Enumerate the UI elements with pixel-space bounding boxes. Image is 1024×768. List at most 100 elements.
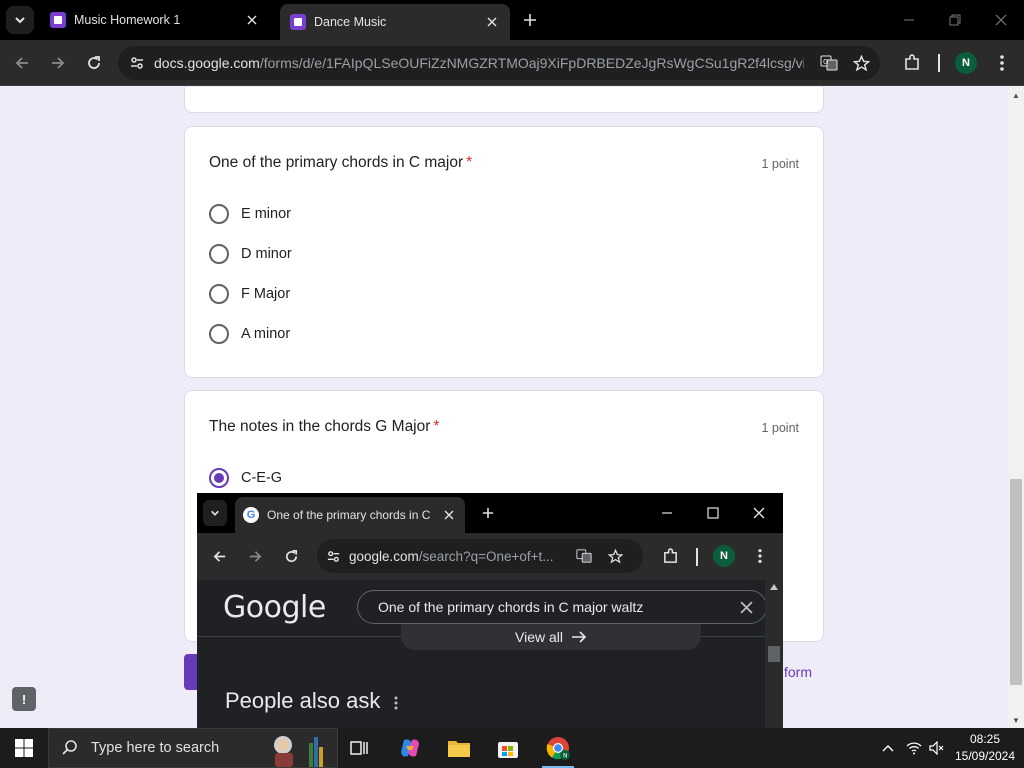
- system-clock[interactable]: 08:25 15/09/2024: [946, 731, 1024, 765]
- tab-google-search[interactable]: G One of the primary chords in C: [235, 497, 465, 533]
- google-icon: G: [243, 507, 259, 523]
- more-vert-icon: [758, 549, 762, 563]
- new-tab-button[interactable]: [477, 502, 499, 524]
- svg-text:N: N: [563, 753, 568, 760]
- view-all-button[interactable]: View all: [401, 624, 701, 650]
- translate-icon[interactable]: [569, 548, 599, 564]
- scrollbar-thumb[interactable]: [1010, 479, 1022, 685]
- more-vert-icon[interactable]: [389, 693, 403, 713]
- chrome-icon: N: [546, 737, 570, 760]
- url-text: docs.google.com/forms/d/e/1FAIpQLSeOUFiZ…: [154, 55, 804, 71]
- show-hidden-icons-button[interactable]: [878, 728, 898, 768]
- microsoft-store-button[interactable]: [484, 728, 532, 768]
- feedback-icon[interactable]: !: [12, 687, 36, 711]
- maximize-button[interactable]: [690, 493, 736, 533]
- radio-button[interactable]: [209, 204, 229, 224]
- minimize-button[interactable]: [886, 0, 932, 40]
- folder-icon: [448, 741, 470, 757]
- address-bar[interactable]: docs.google.com/forms/d/e/1FAIpQLSeOUFiZ…: [118, 46, 880, 80]
- close-window-button[interactable]: [736, 493, 782, 533]
- reload-button[interactable]: [80, 49, 108, 77]
- translate-button[interactable]: G: [815, 49, 843, 77]
- maximize-icon: [707, 507, 719, 519]
- question-text: One of the primary chords in C major: [209, 154, 464, 171]
- option-label: D minor: [241, 246, 292, 262]
- url-host: google.com: [349, 548, 419, 564]
- search-box[interactable]: One of the primary chords in C major wal…: [357, 590, 767, 624]
- network-button[interactable]: [903, 728, 925, 768]
- radio-button[interactable]: [209, 324, 229, 344]
- required-asterisk: *: [433, 418, 440, 435]
- site-info-icon[interactable]: [317, 549, 349, 564]
- radio-button[interactable]: [209, 284, 229, 304]
- profile-avatar[interactable]: N: [713, 545, 735, 567]
- option-d-minor[interactable]: D minor: [209, 242, 292, 266]
- tab-search-button[interactable]: [6, 6, 34, 34]
- plus-icon: [482, 507, 494, 519]
- forward-button[interactable]: [44, 49, 72, 77]
- menu-button[interactable]: [988, 49, 1016, 77]
- close-tab-icon[interactable]: [441, 507, 457, 523]
- start-button[interactable]: [0, 728, 48, 768]
- menu-button[interactable]: [747, 543, 773, 569]
- extensions-button[interactable]: [898, 49, 926, 77]
- popup-scrollbar[interactable]: [765, 580, 783, 728]
- page-scrollbar[interactable]: ▲ ▼: [1008, 87, 1024, 728]
- url-path: /search?q=One+of+t...: [418, 548, 554, 564]
- scroll-down-arrow-icon[interactable]: ▼: [1008, 712, 1024, 728]
- close-icon: [753, 507, 765, 519]
- url-path: /forms/d/e/1FAIpQLSeOUFiZzNMGZRTMOaj9XiF…: [259, 55, 804, 71]
- close-window-button[interactable]: [978, 0, 1024, 40]
- minimize-icon: [904, 19, 914, 21]
- option-a-minor[interactable]: A minor: [209, 322, 290, 346]
- reload-button[interactable]: [278, 543, 304, 569]
- scrollbar-thumb[interactable]: [768, 646, 780, 662]
- option-f-major[interactable]: F Major: [209, 282, 290, 306]
- close-tab-icon[interactable]: [244, 12, 260, 28]
- extensions-button[interactable]: [657, 543, 683, 569]
- store-icon: [498, 742, 518, 758]
- popup-tab-strip: G One of the primary chords in C: [197, 493, 783, 533]
- back-button[interactable]: [206, 543, 232, 569]
- plus-icon: [524, 14, 536, 26]
- clear-search-icon[interactable]: [726, 600, 766, 614]
- bookmark-button[interactable]: [847, 49, 875, 77]
- back-button[interactable]: [8, 49, 36, 77]
- scroll-up-arrow-icon[interactable]: [770, 584, 778, 590]
- copilot-button[interactable]: [386, 728, 434, 768]
- file-explorer-button[interactable]: [435, 728, 483, 768]
- minimize-icon: [662, 512, 672, 514]
- question-text: The notes in the chords G Major: [209, 418, 431, 435]
- task-view-button[interactable]: [336, 728, 384, 768]
- option-e-minor[interactable]: E minor: [209, 202, 291, 226]
- volume-button[interactable]: [926, 728, 948, 768]
- search-icon: [62, 740, 77, 755]
- profile-avatar[interactable]: N: [955, 52, 977, 74]
- google-logo[interactable]: Google: [223, 590, 326, 625]
- site-info-icon[interactable]: [120, 46, 154, 80]
- taskbar-search-box[interactable]: Type here to search: [48, 728, 338, 768]
- chrome-taskbar-button[interactable]: N: [534, 728, 582, 768]
- scroll-up-arrow-icon[interactable]: ▲: [1008, 87, 1024, 103]
- google-forms-icon: [290, 14, 306, 30]
- close-tab-icon[interactable]: [484, 14, 500, 30]
- option-c-e-g[interactable]: C-E-G: [209, 466, 282, 490]
- new-tab-button[interactable]: [518, 8, 542, 32]
- restore-button[interactable]: [932, 0, 978, 40]
- option-label: E minor: [241, 206, 291, 222]
- forward-button[interactable]: [242, 543, 268, 569]
- minimize-button[interactable]: [644, 493, 690, 533]
- tab-music-homework[interactable]: Music Homework 1: [40, 4, 270, 36]
- wifi-icon: [906, 742, 922, 755]
- search-query[interactable]: One of the primary chords in C major wal…: [378, 599, 726, 615]
- clear-form-link[interactable]: form: [784, 664, 812, 680]
- radio-button-selected[interactable]: [209, 468, 229, 488]
- windows-taskbar: Type here to search N 08:25 15/09/2024: [0, 728, 1024, 768]
- star-icon[interactable]: [599, 548, 631, 564]
- radio-button[interactable]: [209, 244, 229, 264]
- chevron-up-icon: [882, 745, 894, 752]
- address-bar[interactable]: google.com/search?q=One+of+t...: [317, 539, 643, 573]
- tab-dance-music[interactable]: Dance Music: [280, 4, 510, 40]
- arrow-right-icon: [52, 57, 65, 69]
- tab-search-button[interactable]: [203, 500, 227, 526]
